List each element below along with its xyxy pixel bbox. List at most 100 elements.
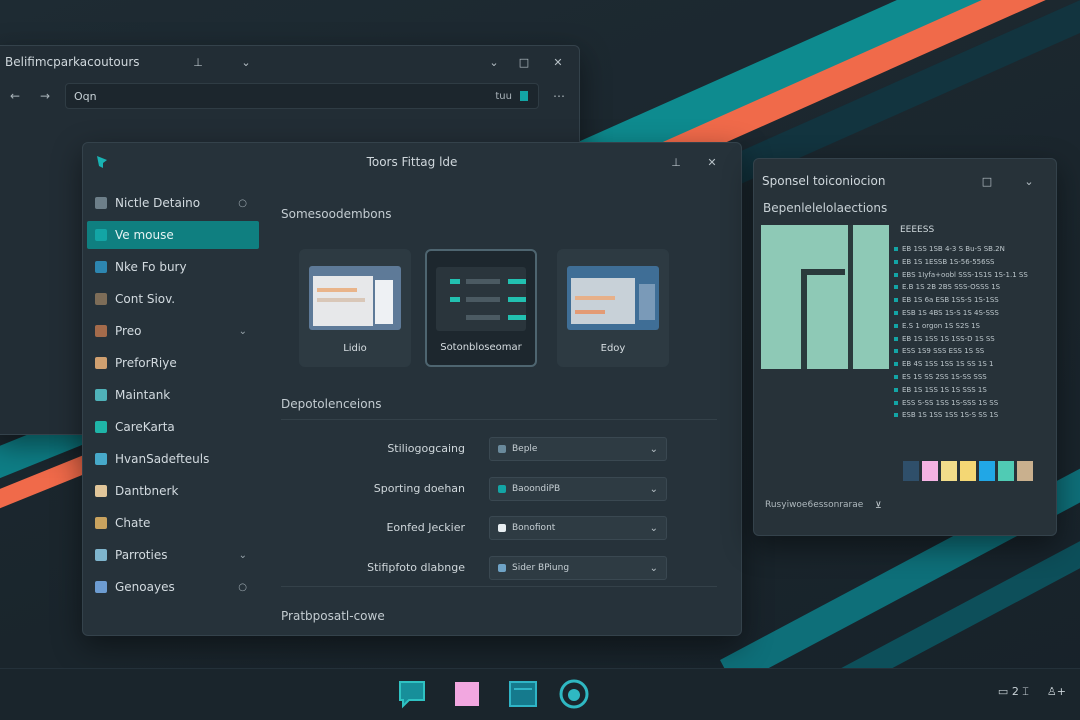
color-swatch[interactable] (979, 461, 995, 481)
sidebar-item[interactable]: Ve mouse (87, 221, 259, 249)
bullet-icon (894, 400, 898, 405)
setting-dropdown[interactable]: BaoondiPB ⌄ (489, 477, 667, 501)
bullet-icon (894, 413, 898, 418)
dock-files-icon[interactable] (506, 677, 540, 711)
dock-notes-icon[interactable] (450, 677, 484, 711)
back-window-titlebar[interactable]: Belifimcparkacoutours ⊥ ⌄ ⌄ □ ✕ (0, 46, 579, 78)
color-swatch[interactable] (960, 461, 976, 481)
system-info-text: EB 1S 6a ESB 1SS-S 1S-1SS (902, 296, 999, 305)
sidebar-item-icon (95, 549, 107, 561)
sidebar-item[interactable]: Preo ⌄ (87, 317, 259, 345)
user-plus-icon[interactable]: ♙+ (1047, 685, 1066, 699)
dock-settings-icon[interactable] (557, 677, 591, 711)
settings-window[interactable]: Toors Fittag lde ⊥ ✕ Nictle Detaino ○ Ve m… (82, 142, 742, 636)
system-info-line: ES 1S SS 2SS 1S-SS SSS (894, 371, 1054, 384)
address-tag: tuu (495, 90, 512, 102)
setting-dropdown[interactable]: Beple ⌄ (489, 437, 667, 461)
settings-window-title: Toors Fittag lde (366, 155, 458, 169)
sidebar-item-label: Nictle Detaino (115, 196, 201, 210)
chevron-down-icon[interactable]: ⌄ (235, 51, 257, 73)
sidebar-item-icon (95, 229, 107, 241)
sidebar-item[interactable]: Maintank (87, 381, 259, 409)
sidebar-item-icon (95, 325, 107, 337)
setting-dropdown[interactable]: Sider BPiung ⌄ (489, 556, 667, 580)
settings-sidebar: Nictle Detaino ○ Ve mouse Nke Fo bury Cont S… (83, 181, 263, 635)
forward-arrow-icon[interactable]: → (35, 89, 55, 103)
color-swatch[interactable] (941, 461, 957, 481)
pin-icon[interactable]: ⊥ (665, 151, 687, 173)
setting-dropdown[interactable]: Bonofiont ⌄ (489, 516, 667, 540)
menu-icon[interactable]: ⋯ (549, 89, 569, 103)
settings-content: Somesoodembons Lidio Sotonbloseomar Edoy… (265, 181, 717, 635)
sidebar-item-label: Maintank (115, 388, 171, 402)
sidebar-item-icon (95, 261, 107, 273)
divider (281, 419, 717, 420)
notification-count: 2 (1011, 685, 1019, 698)
system-info-line: ESS S-SS 1SS 1S-SSS 1S SS (894, 397, 1054, 410)
sidebar-item[interactable]: Nke Fo bury (87, 253, 259, 281)
system-info-line: EB 1S 1ESSB 1S-56-556SS (894, 256, 1054, 269)
chevron-down-icon: ⌄ (649, 443, 658, 455)
theme-section-title: Somesoodembons (281, 207, 392, 221)
system-info-text: E.B 1S 2B 2BS SSS-OSSS 1S (902, 283, 1001, 292)
notifications-icon[interactable]: ▭ 2 ⌶ (998, 685, 1029, 699)
setting-label: Sporting doehan (373, 482, 465, 495)
sidebar-item-icon (95, 421, 107, 433)
sidebar-item[interactable]: Nictle Detaino ○ (87, 189, 259, 217)
sidebar-item[interactable]: HvanSadefteuls (87, 445, 259, 473)
maximize-button[interactable]: □ (513, 51, 535, 73)
back-arrow-icon[interactable]: ← (5, 89, 25, 103)
theme-card-label: Sotonbloseomar (440, 342, 522, 353)
maximize-button[interactable]: □ (976, 170, 998, 192)
system-info-line: EB 1S 6a ESB 1SS-S 1S-1SS (894, 294, 1054, 307)
settings-window-titlebar[interactable]: Toors Fittag lde ⊥ ✕ (83, 143, 741, 181)
bullet-icon (894, 349, 898, 354)
info-subtitle: Bepenlelelolaections (763, 201, 888, 215)
sidebar-item[interactable]: Chate (87, 509, 259, 537)
theme-card-label: Edoy (600, 343, 626, 354)
divider (281, 586, 717, 587)
sidebar-item[interactable]: Dantbnerk (87, 477, 259, 505)
dropdown-item-icon (498, 524, 506, 532)
info-window-titlebar[interactable]: Sponsel toiconiocion □ ⌄ (754, 159, 1056, 203)
system-info-text: ESB 1S 1SS 1SS 1S-S SS 1S (902, 411, 999, 420)
pin-icon[interactable]: ⊥ (187, 51, 209, 73)
color-swatch[interactable] (922, 461, 938, 481)
bullet-icon (894, 272, 898, 277)
sidebar-item[interactable]: Parroties ⌄ (87, 541, 259, 569)
theme-card-dark[interactable]: Sotonbloseomar (425, 249, 537, 367)
sidebar-item[interactable]: Genoayes ○ (87, 573, 259, 601)
close-button[interactable]: ✕ (701, 151, 723, 173)
sidebar-item-label: Chate (115, 516, 151, 530)
bullet-icon (894, 374, 898, 379)
sidebar-item[interactable]: Cont Siov. (87, 285, 259, 313)
sidebar-item[interactable]: PreforRiye (87, 349, 259, 377)
color-swatch[interactable] (1017, 461, 1033, 481)
app-logo-icon (97, 156, 107, 168)
sidebar-item-label: Genoayes (115, 580, 175, 594)
address-bar[interactable]: Oqn tuu (65, 83, 539, 109)
system-info-text: EB 1S 1SS 1S 1SS-D 1S SS (902, 334, 995, 343)
back-window-toolbar: ← → Oqn tuu ⋯ (0, 78, 579, 114)
minimize-button[interactable]: ⌄ (483, 51, 505, 73)
info-footer-text: Rusyiwoe6essonrarae (765, 500, 864, 510)
export-icon[interactable]: ⊻ (875, 501, 882, 511)
chevron-down-icon[interactable]: ⌄ (1018, 170, 1040, 192)
color-swatch[interactable] (903, 461, 919, 481)
dropdown-item-icon (498, 564, 506, 572)
color-swatch[interactable] (998, 461, 1014, 481)
bookmark-icon[interactable] (518, 90, 530, 102)
close-button[interactable]: ✕ (547, 51, 569, 73)
theme-card-blue[interactable]: Edoy (557, 249, 669, 367)
sidebar-item-label: Dantbnerk (115, 484, 179, 498)
theme-card-label: Lidio (343, 343, 367, 354)
dropdown-item-icon (498, 485, 506, 493)
sidebar-item[interactable]: CareKarta (87, 413, 259, 441)
dock-chat-icon[interactable] (396, 677, 430, 711)
dropdown-value: Beple (512, 444, 538, 454)
info-window[interactable]: Sponsel toiconiocion □ ⌄ Bepenlelelolaec… (753, 158, 1057, 536)
sidebar-item-label: HvanSadefteuls (115, 452, 210, 466)
sidebar-item-indicator: ○ (238, 197, 247, 209)
theme-card-light[interactable]: Lidio (299, 249, 411, 367)
sidebar-item-icon (95, 517, 107, 529)
